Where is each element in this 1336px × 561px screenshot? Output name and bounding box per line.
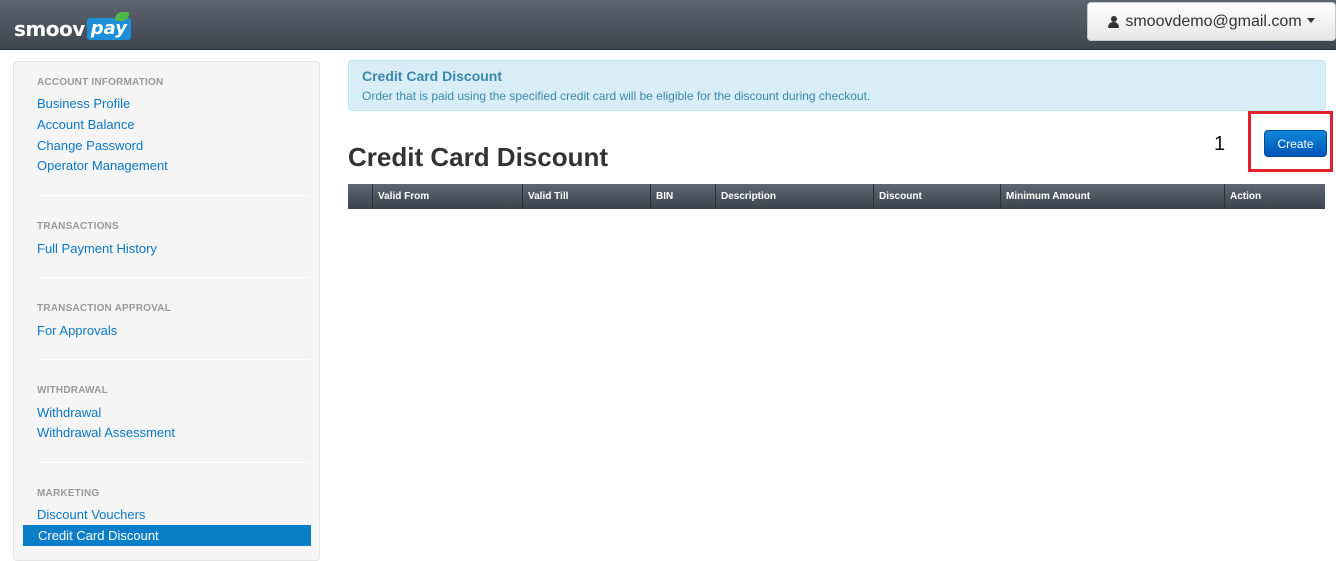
- top-navbar: smoov pay smoovdemo@gmail.com: [0, 0, 1336, 50]
- sidebar-item-account-balance[interactable]: Account Balance: [37, 117, 135, 133]
- create-button[interactable]: Create: [1264, 130, 1327, 157]
- alert-title: Credit Card Discount: [362, 68, 503, 84]
- column-header-valid-till[interactable]: Valid Till: [523, 184, 651, 209]
- sidebar-item-credit-card-discount[interactable]: Credit Card Discount: [23, 525, 311, 546]
- column-header-bin[interactable]: BIN: [651, 184, 716, 209]
- sidebar-item-full-payment-history[interactable]: Full Payment History: [37, 241, 157, 257]
- column-header-select[interactable]: [348, 184, 373, 209]
- user-menu-button[interactable]: smoovdemo@gmail.com: [1087, 2, 1336, 41]
- page-title: Credit Card Discount: [348, 142, 609, 172]
- nav-header-account-information: ACCOUNT INFORMATION: [37, 77, 164, 88]
- column-header-minimum-amount[interactable]: Minimum Amount: [1001, 184, 1225, 209]
- smoovpay-logo[interactable]: smoov pay: [14, 10, 131, 42]
- sidebar-item-change-password[interactable]: Change Password: [37, 138, 143, 154]
- step-number-label: 1: [1214, 133, 1226, 155]
- user-email: smoovdemo@gmail.com: [1125, 12, 1302, 30]
- column-header-valid-from[interactable]: Valid From: [373, 184, 523, 209]
- nav-divider: [37, 359, 310, 360]
- nav-divider: [37, 462, 310, 463]
- logo-pay-badge: pay: [86, 12, 131, 42]
- sidebar-item-for-approvals[interactable]: For Approvals: [37, 323, 117, 339]
- nav-header-transactions: TRANSACTIONS: [37, 221, 119, 232]
- sidebar-nav: ACCOUNT INFORMATION Business Profile Acc…: [13, 61, 320, 561]
- sidebar-item-operator-management[interactable]: Operator Management: [37, 158, 168, 174]
- user-icon: [1108, 15, 1120, 28]
- caret-down-icon: [1306, 18, 1315, 23]
- sidebar-item-business-profile[interactable]: Business Profile: [37, 96, 130, 112]
- nav-divider: [37, 195, 310, 196]
- sidebar-item-withdrawal-assessment[interactable]: Withdrawal Assessment: [37, 425, 175, 441]
- discount-table-header: Valid From Valid Till BIN Description Di…: [348, 184, 1325, 209]
- logo-text: smoov: [14, 17, 85, 41]
- nav-header-marketing: MARKETING: [37, 488, 100, 499]
- logo-pay-text: pay: [86, 18, 131, 40]
- column-header-description[interactable]: Description: [716, 184, 874, 209]
- nav-header-transaction-approval: TRANSACTION APPROVAL: [37, 303, 171, 314]
- sidebar-item-discount-vouchers[interactable]: Discount Vouchers: [37, 507, 145, 523]
- alert-text: Order that is paid using the specified c…: [362, 89, 871, 103]
- nav-header-withdrawal: WITHDRAWAL: [37, 385, 108, 396]
- column-header-discount[interactable]: Discount: [874, 184, 1001, 209]
- info-alert: Credit Card Discount Order that is paid …: [348, 60, 1326, 111]
- sidebar-item-withdrawal[interactable]: Withdrawal: [37, 405, 101, 421]
- nav-divider: [37, 277, 310, 278]
- column-header-action[interactable]: Action: [1225, 184, 1325, 209]
